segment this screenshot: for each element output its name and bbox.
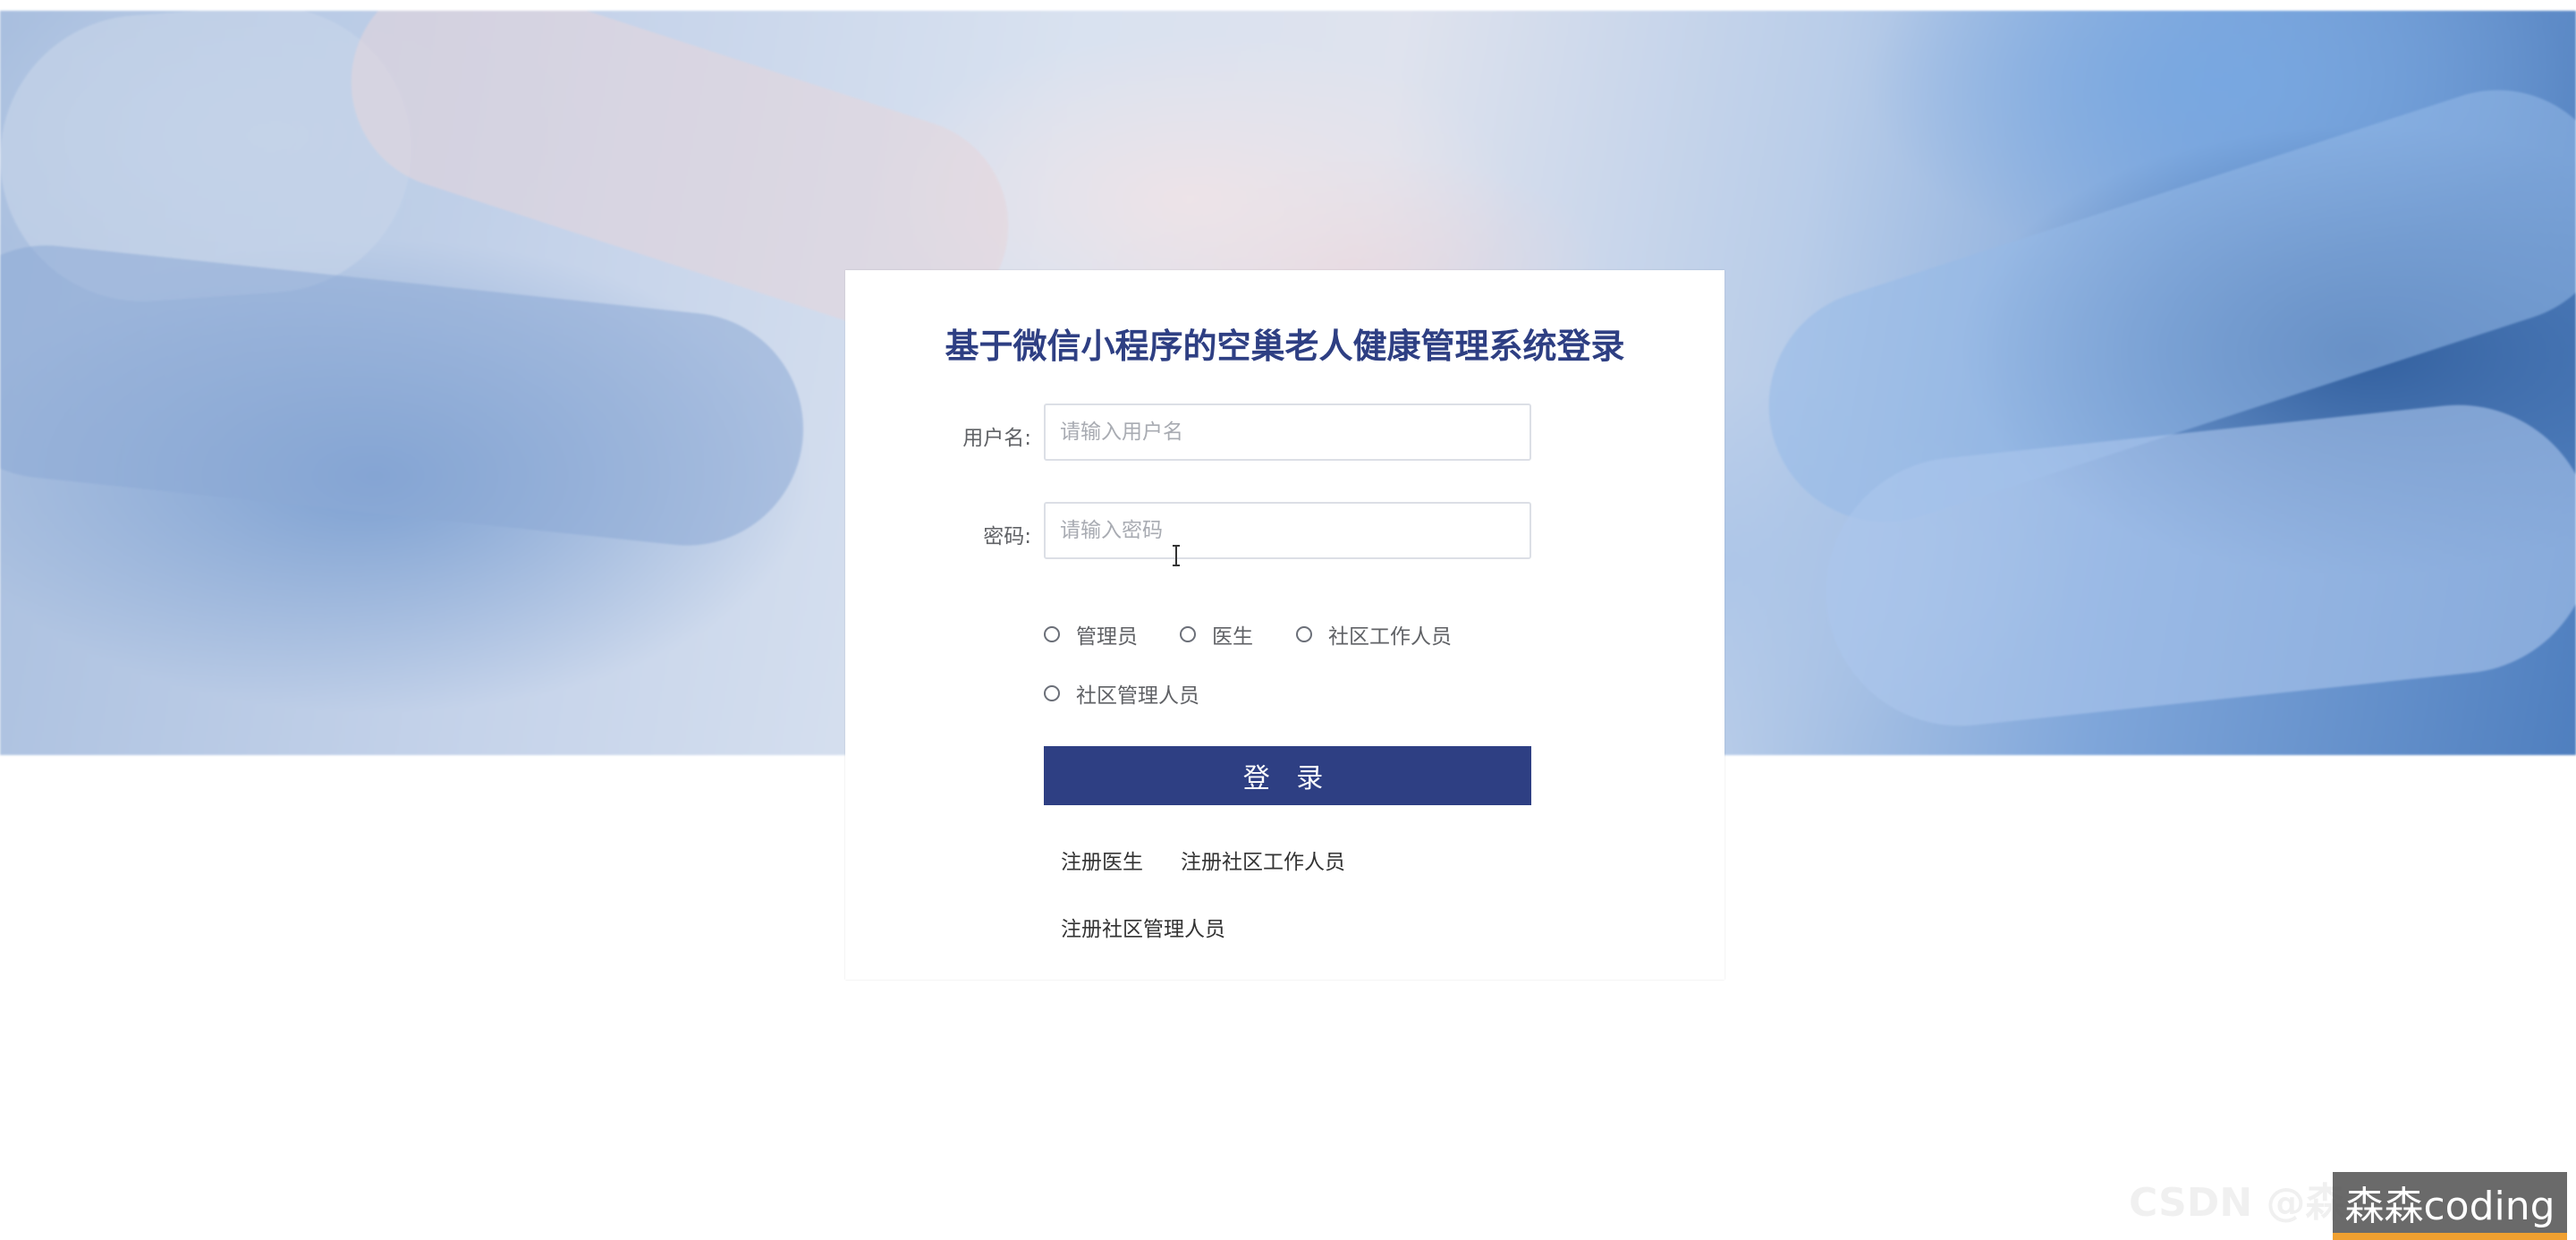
role-label: 社区工作人员 — [1328, 625, 1452, 649]
text-cursor-icon — [1173, 545, 1180, 566]
role-label: 管理员 — [1076, 625, 1138, 649]
register-community-worker-link[interactable]: 注册社区工作人员 — [1181, 845, 1345, 875]
login-button[interactable]: 登 录 — [1044, 746, 1531, 805]
role-radio-community-worker[interactable]: 社区工作人员 — [1296, 619, 1452, 650]
role-radio-admin[interactable]: 管理员 — [1044, 619, 1138, 650]
register-community-manager-link[interactable]: 注册社区管理人员 — [1061, 912, 1225, 942]
page-title: 基于微信小程序的空巢老人健康管理系统登录 — [945, 327, 1625, 366]
watermark-faint: CSDN @森 — [2129, 1180, 2345, 1226]
watermark-badge: 森森coding — [2333, 1172, 2567, 1240]
password-input[interactable] — [1044, 502, 1531, 559]
radio-circle-icon — [1044, 685, 1060, 701]
radio-circle-icon — [1296, 626, 1312, 642]
password-label: 密码: — [983, 525, 1031, 548]
radio-circle-icon — [1180, 626, 1196, 642]
radio-circle-icon — [1044, 626, 1060, 642]
register-doctor-link[interactable]: 注册医生 — [1061, 845, 1143, 875]
role-label: 社区管理人员 — [1076, 684, 1199, 708]
role-radio-community-manager[interactable]: 社区管理人员 — [1044, 678, 1199, 709]
role-radio-doctor[interactable]: 医生 — [1180, 619, 1253, 650]
login-card: 基于微信小程序的空巢老人健康管理系统登录 用户名: 密码: 管理员 医生 社区工… — [845, 270, 1724, 980]
background-shape — [0, 234, 815, 557]
top-strip — [0, 0, 2576, 11]
role-label: 医生 — [1212, 625, 1253, 649]
username-input[interactable] — [1044, 403, 1531, 461]
username-label: 用户名: — [962, 427, 1031, 450]
